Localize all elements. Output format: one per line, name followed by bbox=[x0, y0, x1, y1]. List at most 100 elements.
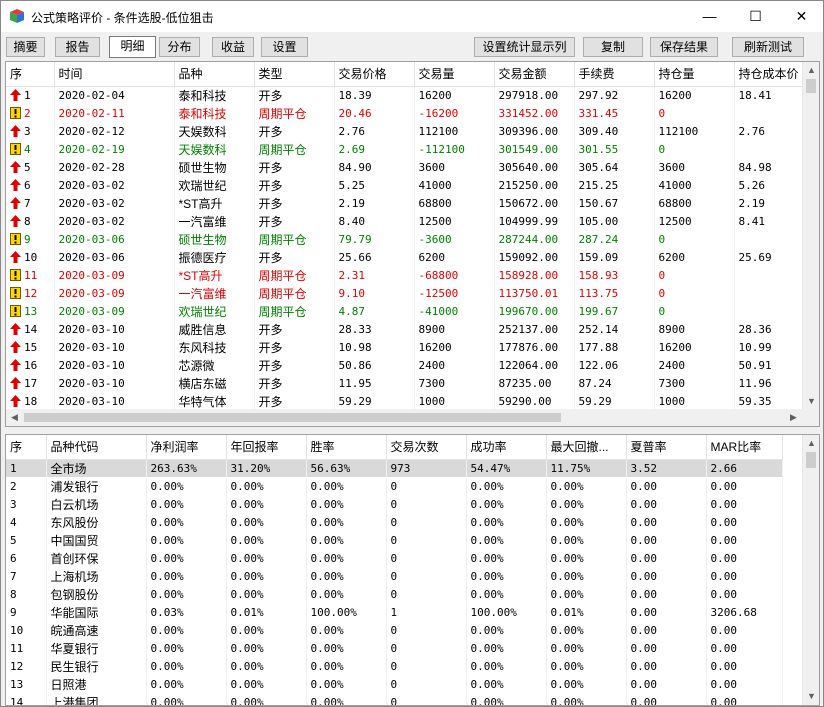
tab-report[interactable]: 报告 bbox=[55, 37, 100, 57]
col-header-net-profit[interactable]: 净利润率 bbox=[146, 435, 227, 460]
trades-horizontal-scrollbar[interactable]: ◀ ▶ bbox=[6, 409, 819, 426]
trades-grid[interactable]: 序时间 品种 类型 交易价格 交易量 交易金额 手续费 持仓量 持仓成本价 1 2020-02-0… bbox=[5, 61, 820, 427]
trades-vscroll-thumb[interactable] bbox=[806, 79, 816, 93]
col-header-seq[interactable]: 序 bbox=[6, 435, 47, 460]
trade-row[interactable]: 9 2020-03-06 硕世生物 周期平仓 79.79 -3600 287244.00 28… bbox=[6, 230, 805, 248]
trade-cell-position: 41000 bbox=[654, 176, 735, 194]
tab-distribution[interactable]: 分布 bbox=[159, 37, 200, 57]
col-header-trade-count[interactable]: 交易次数 bbox=[386, 435, 467, 460]
stats-row[interactable]: 9 华能国际 0.03% 0.01% 100.00% 1 100.00% 0.01% 0.00 3… bbox=[6, 603, 783, 621]
stats-row[interactable]: 11 华夏银行 0.00% 0.00% 0.00% 0 0.00% 0.00% 0.00 0.00 bbox=[6, 639, 783, 657]
col-header-code[interactable]: 品种代码 bbox=[46, 435, 147, 460]
copy-button[interactable]: 复制 bbox=[583, 37, 643, 57]
col-header-volume[interactable]: 交易量 bbox=[414, 62, 495, 87]
stats-row[interactable]: 13 日照港 0.00% 0.00% 0.00% 0 0.00% 0.00% 0.00 0.00 bbox=[6, 675, 783, 693]
trade-row[interactable]: 6 2020-03-02 欢瑞世纪 开多 5.25 41000 215250.00 215.2… bbox=[6, 176, 805, 194]
stats-cell-sharpe: 0.00 bbox=[626, 603, 707, 621]
trade-cell-fee: 199.67 bbox=[574, 302, 655, 320]
trade-cell-price: 4.87 bbox=[334, 302, 415, 320]
col-header-price[interactable]: 交易价格 bbox=[334, 62, 415, 87]
trade-row[interactable]: 8 2020-03-02 一汽富维 开多 8.40 12500 104999.99 105.0… bbox=[6, 212, 805, 230]
col-header-annual-return[interactable]: 年回报率 bbox=[226, 435, 307, 460]
trades-vertical-scrollbar[interactable]: ▲ ▼ bbox=[802, 62, 819, 410]
col-header-mar[interactable]: MAR比率 bbox=[706, 435, 783, 460]
display-columns-button[interactable]: 设置统计显示列 bbox=[474, 37, 575, 57]
trade-row[interactable]: 17 2020-03-10 横店东磁 开多 11.95 7300 87235.00 87.24… bbox=[6, 374, 805, 392]
stats-cell-sharpe: 0.00 bbox=[626, 657, 707, 675]
stats-row[interactable]: 14 上港集团 0.00% 0.00% 0.00% 0 0.00% 0.00% 0.00 0.00 bbox=[6, 693, 783, 705]
stats-cell-success-rate: 0.00% bbox=[466, 621, 547, 639]
trade-row[interactable]: 5 2020-02-28 硕世生物 开多 84.90 3600 305640.00 305.6… bbox=[6, 158, 805, 176]
col-header-cost[interactable]: 持仓成本价 bbox=[734, 62, 805, 87]
stats-row[interactable]: 5 中国国贸 0.00% 0.00% 0.00% 0 0.00% 0.00% 0.00 0.00 bbox=[6, 531, 783, 549]
trade-row[interactable]: 14 2020-03-10 威胜信息 开多 28.33 8900 252137.00 252.… bbox=[6, 320, 805, 338]
stats-row[interactable]: 2 浦发银行 0.00% 0.00% 0.00% 0 0.00% 0.00% 0.00 0.00 bbox=[6, 477, 783, 495]
stats-row[interactable]: 1 全市场 263.63% 31.20% 56.63% 973 54.47% 11.75% 3.… bbox=[6, 459, 783, 477]
trade-row[interactable]: 11 2020-03-09 *ST高升 周期平仓 2.31 -68800 158928.00… bbox=[6, 266, 805, 284]
stats-grid[interactable]: 序品种代码 净利润率 年回报率 胜率 交易次数 成功率 最大回撤... 夏普率 MAR比率 1全… bbox=[5, 434, 820, 706]
trade-cell-symbol: 横店东磁 bbox=[174, 374, 255, 392]
trade-row[interactable]: 2 2020-02-11 泰和科技 周期平仓 20.46 -16200 331452.00 3… bbox=[6, 104, 805, 122]
stats-row[interactable]: 3 白云机场 0.00% 0.00% 0.00% 0 0.00% 0.00% 0.00 0.00 bbox=[6, 495, 783, 513]
trade-row[interactable]: 4 2020-02-19 天娱数科 周期平仓 2.69 -112100 301549.00 3… bbox=[6, 140, 805, 158]
trade-row[interactable]: 16 2020-03-10 芯源微 开多 50.86 2400 122064.00 122.0… bbox=[6, 356, 805, 374]
red-up-arrow-icon bbox=[10, 178, 21, 191]
scroll-right-icon[interactable]: ▶ bbox=[785, 409, 802, 426]
stats-cell-mar: 0.00 bbox=[706, 639, 783, 657]
trade-cell-symbol: 一汽富维 bbox=[174, 212, 255, 230]
save-results-button[interactable]: 保存结果 bbox=[650, 37, 718, 57]
scroll-up-icon[interactable]: ▲ bbox=[803, 62, 819, 79]
col-header-time[interactable]: 时间 bbox=[54, 62, 175, 87]
trade-cell-symbol: 振德医疗 bbox=[174, 248, 255, 266]
stats-cell-sharpe: 0.00 bbox=[626, 585, 707, 603]
col-header-type[interactable]: 类型 bbox=[254, 62, 335, 87]
stats-cell-seq: 4 bbox=[6, 513, 47, 531]
col-header-fee[interactable]: 手续费 bbox=[574, 62, 655, 87]
tab-settings[interactable]: 设置 bbox=[261, 37, 308, 57]
scroll-down-icon[interactable]: ▼ bbox=[803, 688, 819, 705]
col-header-win-rate[interactable]: 胜率 bbox=[306, 435, 387, 460]
trades-hscroll-thumb[interactable] bbox=[24, 413, 561, 422]
scroll-down-icon[interactable]: ▼ bbox=[803, 393, 819, 410]
stats-row[interactable]: 12 民生银行 0.00% 0.00% 0.00% 0 0.00% 0.00% 0.00 0.00 bbox=[6, 657, 783, 675]
stats-cell-win-rate: 0.00% bbox=[306, 675, 387, 693]
col-header-sharpe[interactable]: 夏普率 bbox=[626, 435, 707, 460]
tab-summary[interactable]: 摘要 bbox=[6, 37, 45, 57]
trade-row[interactable]: 10 2020-03-06 振德医疗 开多 25.66 6200 159092.00 159.… bbox=[6, 248, 805, 266]
trade-row[interactable]: 15 2020-03-10 东风科技 开多 10.98 16200 177876.00 177… bbox=[6, 338, 805, 356]
trade-row[interactable]: 12 2020-03-09 一汽富维 周期平仓 9.10 -12500 113750.01 1… bbox=[6, 284, 805, 302]
scroll-left-icon[interactable]: ◀ bbox=[6, 409, 23, 426]
maximize-icon[interactable]: ☐ bbox=[733, 1, 778, 31]
panel-splitter[interactable] bbox=[1, 429, 823, 433]
stats-row[interactable]: 10 皖通高速 0.00% 0.00% 0.00% 0 0.00% 0.00% 0.00 0.00 bbox=[6, 621, 783, 639]
refresh-test-button[interactable]: 刷新测试 bbox=[732, 37, 804, 57]
col-header-symbol[interactable]: 品种 bbox=[174, 62, 255, 87]
trade-row[interactable]: 18 2020-03-10 华特气体 开多 59.29 1000 59290.00 59.29… bbox=[6, 392, 805, 410]
scroll-up-icon[interactable]: ▲ bbox=[803, 435, 819, 452]
trade-cell-position: 7300 bbox=[654, 374, 735, 392]
stats-row[interactable]: 4 东风股份 0.00% 0.00% 0.00% 0 0.00% 0.00% 0.00 0.00 bbox=[6, 513, 783, 531]
trade-row[interactable]: 3 2020-02-12 天娱数科 开多 2.76 112100 309396.00 309.… bbox=[6, 122, 805, 140]
minimize-icon[interactable]: — bbox=[687, 1, 732, 31]
col-header-max-drawdown[interactable]: 最大回撤... bbox=[546, 435, 627, 460]
stats-row[interactable]: 8 包钢股份 0.00% 0.00% 0.00% 0 0.00% 0.00% 0.00 0.00 bbox=[6, 585, 783, 603]
stats-row[interactable]: 7 上海机场 0.00% 0.00% 0.00% 0 0.00% 0.00% 0.00 0.00 bbox=[6, 567, 783, 585]
trade-row[interactable]: 7 2020-03-02 *ST高升 开多 2.19 68800 150672.00 150.… bbox=[6, 194, 805, 212]
trade-row[interactable]: 1 2020-02-04 泰和科技 开多 18.39 16200 297918.00 297.… bbox=[6, 86, 805, 104]
trade-cell-price: 79.79 bbox=[334, 230, 415, 248]
tab-returns[interactable]: 收益 bbox=[212, 37, 254, 57]
stats-vscroll-thumb[interactable] bbox=[806, 452, 816, 468]
col-header-success-rate[interactable]: 成功率 bbox=[466, 435, 547, 460]
trade-cell-seq: 14 bbox=[6, 320, 55, 338]
close-icon[interactable]: ✕ bbox=[779, 1, 824, 31]
trade-row[interactable]: 13 2020-03-09 欢瑞世纪 周期平仓 4.87 -41000 199670.00 1… bbox=[6, 302, 805, 320]
stats-cell-success-rate: 0.00% bbox=[466, 675, 547, 693]
col-header-position[interactable]: 持仓量 bbox=[654, 62, 735, 87]
col-header-seq[interactable]: 序 bbox=[6, 62, 55, 87]
trade-cell-time: 2020-03-02 bbox=[54, 194, 175, 212]
tab-detail[interactable]: 明细 bbox=[109, 36, 156, 58]
stats-vertical-scrollbar[interactable]: ▲ ▼ bbox=[802, 435, 819, 705]
stats-row[interactable]: 6 首创环保 0.00% 0.00% 0.00% 0 0.00% 0.00% 0.00 0.00 bbox=[6, 549, 783, 567]
stats-cell-annual-return: 0.00% bbox=[226, 513, 307, 531]
col-header-amount[interactable]: 交易金额 bbox=[494, 62, 575, 87]
